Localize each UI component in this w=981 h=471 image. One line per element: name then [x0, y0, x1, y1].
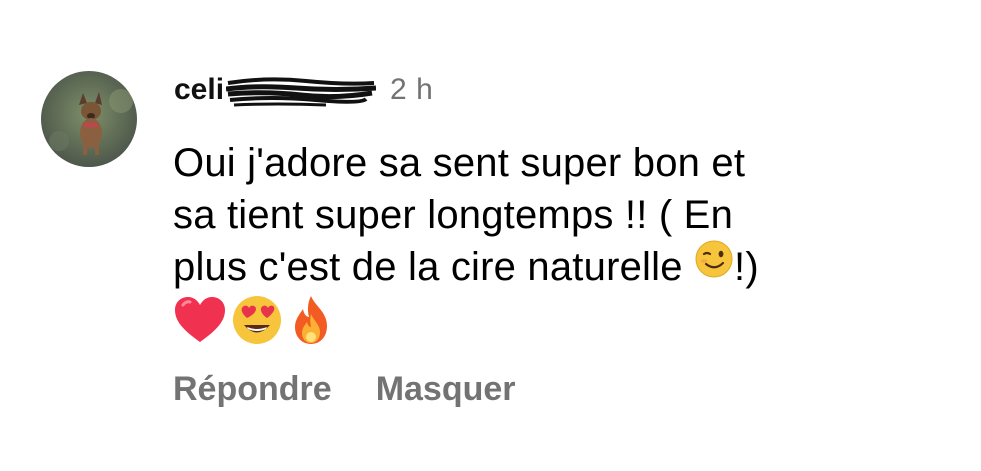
reply-button[interactable]: Répondre	[173, 370, 332, 409]
comment: celi 2 h Oui j'adore sa sent super bon e…	[0, 0, 981, 471]
comment-line-2: sa tient super longtemps !! ( En	[173, 193, 734, 237]
redaction-scribble	[226, 77, 376, 107]
emoji-row	[173, 295, 933, 363]
comment-line-1: Oui j'adore sa sent super bon et	[173, 141, 746, 185]
timestamp: 2 h	[390, 73, 434, 106]
username[interactable]: celi	[174, 73, 376, 107]
comment-header: celi 2 h	[174, 70, 433, 110]
hide-button[interactable]: Masquer	[376, 370, 516, 409]
avatar[interactable]	[41, 71, 137, 167]
fire-icon	[287, 294, 335, 359]
comment-line-3-end: !)	[734, 245, 759, 289]
comment-line-3-text: plus c'est de la cire naturelle	[173, 245, 683, 289]
smiling-face-with-heart-eyes-icon	[231, 294, 283, 359]
comment-text: Oui j'adore sa sent super bon et sa tien…	[173, 137, 933, 363]
winking-face-icon	[694, 239, 734, 292]
red-heart-icon	[173, 295, 227, 358]
comment-actions: Répondre Masquer	[173, 370, 516, 409]
comment-line-3: plus c'est de la cire naturelle !)	[173, 239, 933, 296]
username-text: celi	[174, 73, 225, 106]
